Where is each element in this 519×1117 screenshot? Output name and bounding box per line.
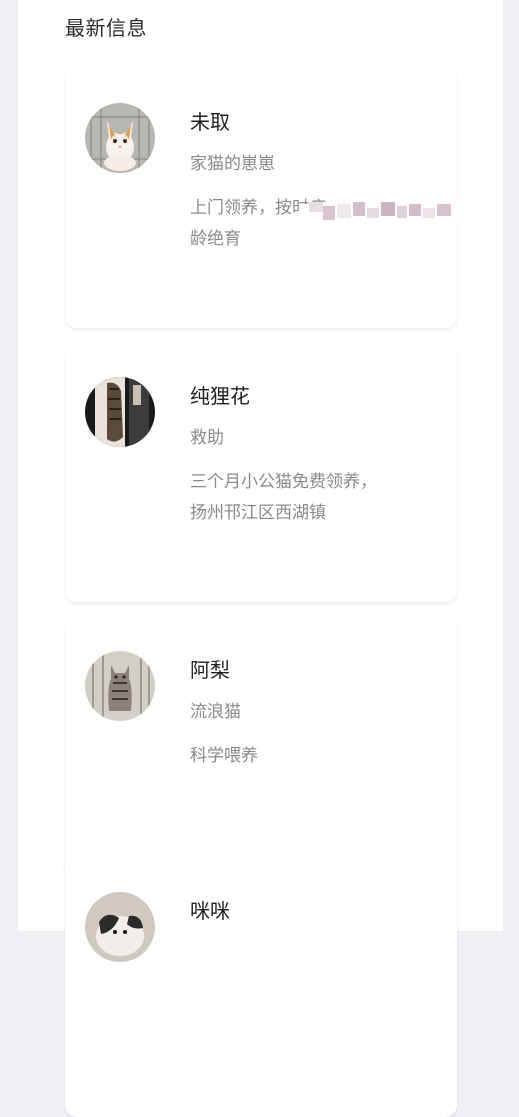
post-name: 阿梨 bbox=[190, 658, 230, 682]
cat-photo-tabby-dark-icon bbox=[85, 377, 155, 447]
post-card[interactable]: 阿梨 流浪猫 科学喂养 bbox=[65, 614, 457, 876]
cat-photo-tabby-grey-icon bbox=[85, 651, 155, 721]
cat-photo-black-white-icon bbox=[85, 892, 155, 962]
avatar[interactable] bbox=[85, 892, 155, 962]
post-name: 咪咪 bbox=[190, 899, 230, 923]
post-description-line: 龄绝育 bbox=[190, 229, 241, 249]
post-description-line: 扬州邗江区西湖镇 bbox=[190, 503, 326, 523]
avatar[interactable] bbox=[85, 651, 155, 721]
post-description: 上门领养，按时疫 龄绝育 bbox=[190, 193, 420, 255]
post-card[interactable]: 咪咪 bbox=[65, 855, 457, 1117]
post-category: 流浪猫 bbox=[190, 702, 241, 722]
post-category: 救助 bbox=[190, 428, 224, 448]
post-card[interactable]: 未取 家猫的崽崽 上门领养，按时疫 龄绝育 bbox=[65, 66, 457, 328]
post-description: 三个月小公猫免费领养， 扬州邗江区西湖镇 bbox=[190, 467, 420, 529]
post-name: 未取 bbox=[190, 110, 230, 134]
post-description-line: 上门领养，按时疫 bbox=[190, 198, 326, 218]
avatar[interactable] bbox=[85, 103, 155, 173]
post-category: 家猫的崽崽 bbox=[190, 154, 275, 174]
section-title: 最新信息 bbox=[65, 16, 147, 40]
post-description: 科学喂养 bbox=[190, 741, 420, 772]
post-name: 纯狸花 bbox=[190, 384, 250, 408]
cat-photo-orange-white-icon bbox=[85, 103, 155, 173]
post-description-line: 三个月小公猫免费领养， bbox=[190, 472, 377, 492]
post-description-line: 科学喂养 bbox=[190, 746, 258, 766]
avatar[interactable] bbox=[85, 377, 155, 447]
info-panel: 最新信息 未取 家猫的崽崽 上门领养，按时疫 龄绝育 纯狸花 救助 三个月小公猫… bbox=[18, 0, 503, 1117]
post-card[interactable]: 纯狸花 救助 三个月小公猫免费领养， 扬州邗江区西湖镇 bbox=[65, 340, 457, 602]
